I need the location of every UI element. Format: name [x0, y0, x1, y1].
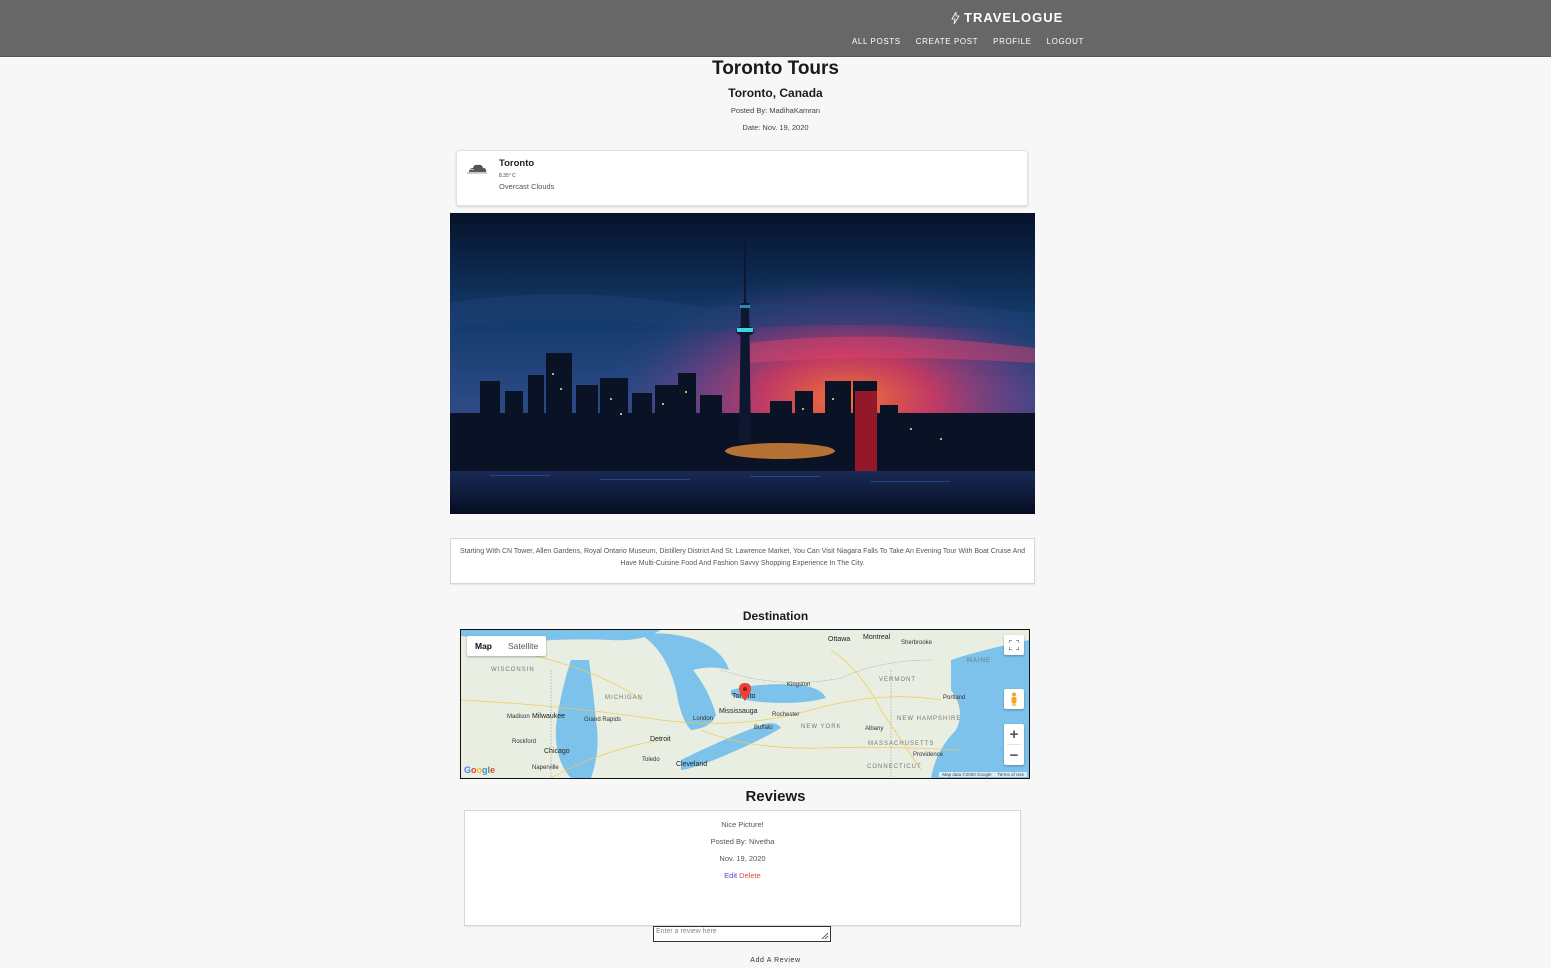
map-label-albany: Albany — [865, 726, 884, 732]
add-review-button[interactable]: Add A Review — [0, 957, 1551, 964]
map-attribution: Map data ©2020 Google Terms of Use — [939, 772, 1027, 777]
destination-map[interactable]: Ottawa Montreal Sherbrooke Toronto Missi… — [460, 629, 1030, 779]
main-nav: ALL POSTS CREATE POST PROFILE LOGOUT — [852, 37, 1084, 46]
map-label-grand-rapids: Grand Rapids — [584, 717, 622, 723]
location-pin-icon[interactable] — [739, 683, 751, 701]
map-label-connecticut: CONNECTICUT — [867, 764, 922, 770]
zoom-out-button[interactable]: − — [1004, 745, 1024, 765]
nav-profile[interactable]: PROFILE — [993, 37, 1031, 46]
weather-temperature: 8.35° C — [499, 173, 516, 179]
review-actions: Edit Delete — [465, 871, 1020, 880]
map-label-wisconsin: WISCONSIN — [491, 667, 535, 673]
map-label-sherbrooke: Sherbrooke — [901, 640, 933, 646]
post-author: Posted By: MadihaKamran — [730, 106, 821, 115]
map-data-credit: Map data ©2020 Google — [942, 772, 992, 777]
map-label-maine: MAINE — [967, 658, 992, 664]
bolt-icon — [951, 11, 960, 24]
delete-review-link[interactable]: Delete — [739, 871, 761, 880]
review-date: Nov. 19, 2020 — [719, 854, 766, 863]
map-label-kingston: Kingston — [787, 682, 811, 688]
map-label-mississauga: Mississauga — [719, 708, 758, 715]
map-type-satellite[interactable]: Satellite — [500, 636, 546, 656]
weather-city: Toronto — [499, 158, 535, 169]
map-type-map[interactable]: Map — [467, 636, 500, 656]
map-label-naperville: Naperville — [532, 765, 559, 771]
map-label-milwaukee: Milwaukee — [532, 713, 566, 720]
map-label-new-york: NEW YORK — [801, 724, 842, 730]
map-label-madison: Madison — [507, 714, 530, 720]
nav-all-posts[interactable]: ALL POSTS — [852, 37, 901, 46]
brand-logo[interactable]: TRAVELOGUE — [951, 10, 1063, 25]
map-label-chicago: Chicago — [544, 748, 570, 755]
map-label-rochester: Rochester — [772, 712, 800, 718]
terms-of-use-link[interactable]: Terms of Use — [997, 772, 1024, 777]
google-logo[interactable]: Google — [464, 765, 495, 775]
map-label-buffalo: Buffalo — [754, 725, 773, 731]
map-label-massachusetts: MASSACHUSETTS — [868, 741, 935, 747]
map-type-toggle: Map Satellite — [467, 636, 547, 656]
map-label-london: London — [693, 716, 714, 722]
reviews-heading: Reviews — [745, 788, 806, 805]
fullscreen-button[interactable] — [1004, 635, 1024, 655]
weather-card: Toronto 8.35° C Overcast Clouds — [456, 150, 1028, 206]
nav-logout[interactable]: LOGOUT — [1047, 37, 1084, 46]
nav-create-post[interactable]: CREATE POST — [916, 37, 978, 46]
top-navbar: TRAVELOGUE ALL POSTS CREATE POST PROFILE… — [0, 0, 1551, 57]
zoom-control: + − — [1004, 724, 1024, 765]
map-label-providence: Providence — [913, 752, 944, 758]
post-date: Date: Nov. 19, 2020 — [742, 123, 809, 132]
post-image — [450, 213, 1035, 514]
map-label-toledo: Toledo — [642, 757, 660, 763]
review-card: Nice Picture! Posted By: Nivetha Nov. 19… — [464, 810, 1021, 926]
street-view-button[interactable] — [1004, 689, 1024, 709]
destination-heading: Destination — [742, 609, 809, 623]
zoom-in-button[interactable]: + — [1004, 724, 1024, 744]
review-text: Nice Picture! — [721, 820, 764, 829]
edit-review-link[interactable]: Edit — [724, 871, 737, 880]
map-label-new-hampshire: NEW HAMPSHIRE — [897, 716, 962, 722]
brand-name: TRAVELOGUE — [964, 10, 1064, 25]
map-label-vermont: VERMONT — [879, 677, 916, 683]
review-author: Posted By: Nivetha — [710, 837, 775, 846]
pegman-icon — [1011, 692, 1017, 706]
resize-handle-icon[interactable] — [821, 932, 829, 940]
map-label-cleveland: Cleveland — [676, 761, 708, 768]
map-label-montreal: Montreal — [863, 634, 891, 641]
map-label-michigan: MICHIGAN — [605, 695, 643, 701]
review-input[interactable] — [653, 926, 831, 942]
map-label-ottawa: Ottawa — [828, 636, 851, 643]
post-title: Toronto Tours — [712, 58, 839, 79]
fullscreen-icon — [1009, 640, 1019, 650]
map-label-rockford: Rockford — [512, 739, 537, 745]
post-description: Starting With CN Tower, Allen Gardens, R… — [450, 538, 1035, 584]
map-label-portland: Portland — [943, 695, 966, 701]
post-location: Toronto, Canada — [728, 86, 823, 100]
cloud-icon — [467, 164, 487, 174]
map-label-detroit: Detroit — [650, 736, 671, 743]
weather-condition: Overcast Clouds — [499, 182, 555, 191]
